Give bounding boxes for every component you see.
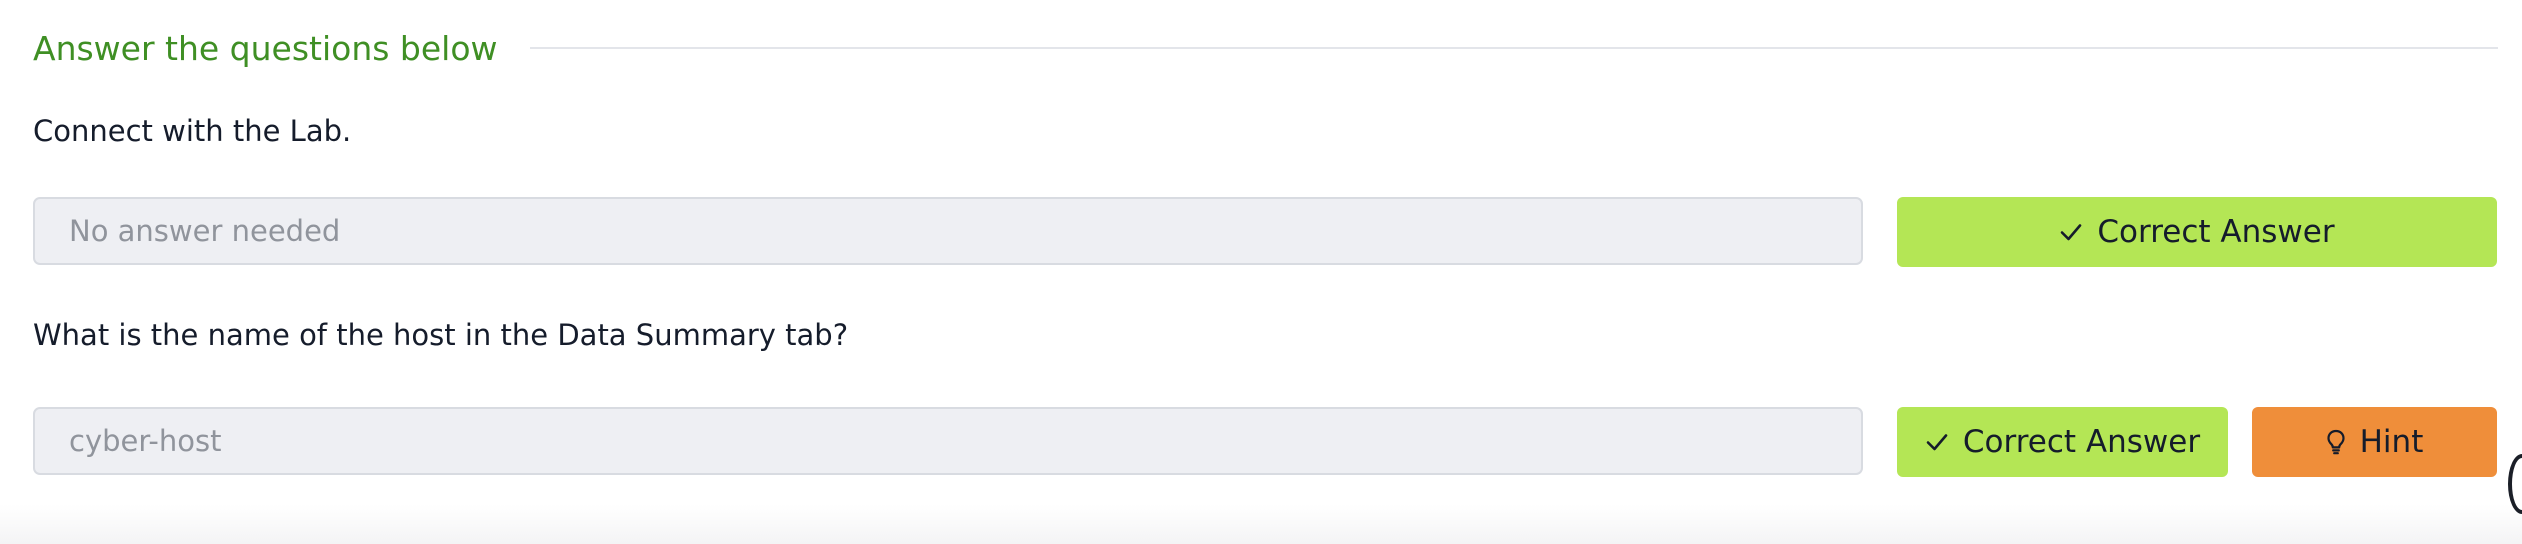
question-2-answer-field[interactable]: cyber-host <box>33 407 1863 475</box>
panel-bottom-shadow <box>0 504 2522 544</box>
question-1-correct-answer-label: Correct Answer <box>2097 214 2335 250</box>
question-1-answer-field[interactable]: No answer needed <box>33 197 1863 265</box>
question-1-answer-value: No answer needed <box>69 214 341 248</box>
question-2-hint-label: Hint <box>2359 424 2424 460</box>
lightbulb-icon <box>2326 429 2346 455</box>
check-icon <box>1925 430 1949 454</box>
section-header: Answer the questions below <box>33 22 2498 74</box>
section-title: Answer the questions below <box>33 28 498 68</box>
check-icon <box>2059 220 2083 244</box>
question-1-text: Connect with the Lab. <box>33 114 352 148</box>
answer-questions-panel: Answer the questions below Connect with … <box>0 0 2522 544</box>
question-2-correct-answer-button[interactable]: Correct Answer <box>1897 407 2228 477</box>
question-2-text: What is the name of the host in the Data… <box>33 318 849 352</box>
question-1-correct-answer-button[interactable]: Correct Answer <box>1897 197 2497 267</box>
question-2-hint-button[interactable]: Hint <box>2252 407 2497 477</box>
question-2-answer-value: cyber-host <box>69 424 222 458</box>
question-2-correct-answer-label: Correct Answer <box>1962 424 2201 460</box>
section-divider <box>529 47 2498 49</box>
